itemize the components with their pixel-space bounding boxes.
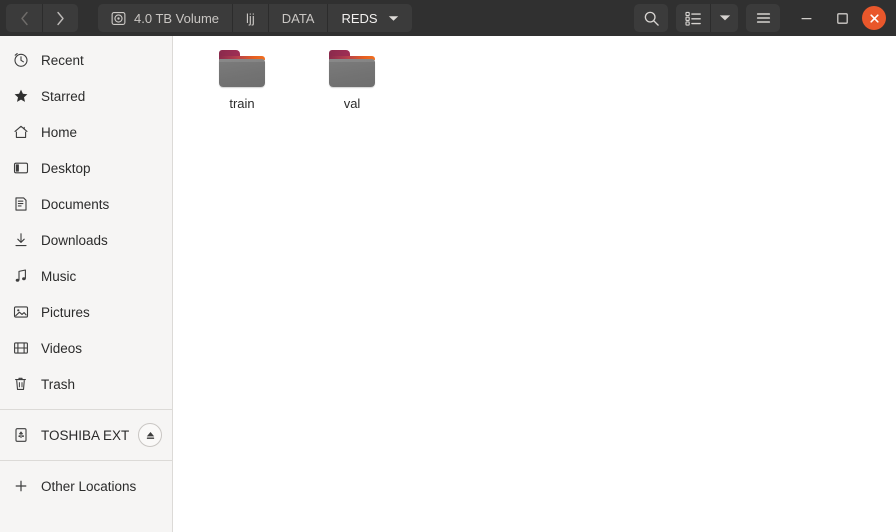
sidebar-divider — [0, 409, 172, 410]
folder-sheen — [219, 59, 265, 62]
menu-button-group — [746, 4, 780, 32]
sidebar-item-label: Videos — [41, 340, 83, 356]
view-list-button[interactable] — [676, 4, 710, 32]
main-menu-button[interactable] — [746, 4, 780, 32]
hamburger-menu-icon — [756, 13, 770, 23]
sidebar-item-recent[interactable]: Recent — [0, 42, 172, 78]
view-button-group — [676, 4, 738, 32]
maximize-button[interactable] — [824, 3, 860, 33]
window-body: Recent Starred Home Desktop Documents Do… — [0, 36, 896, 532]
path-segment-volume[interactable]: 4.0 TB Volume — [98, 4, 233, 32]
drive-harddisk-icon — [111, 11, 126, 26]
sidebar-item-label: TOSHIBA EXT — [41, 427, 130, 443]
sidebar-item-label: Other Locations — [41, 478, 137, 494]
sidebar-item-home[interactable]: Home — [0, 114, 172, 150]
sidebar-divider — [0, 460, 172, 461]
star-icon — [12, 87, 30, 105]
maximize-icon — [836, 12, 848, 24]
document-icon — [12, 195, 30, 213]
image-icon — [12, 303, 30, 321]
sidebar-item-label: Recent — [41, 52, 84, 68]
sidebar-item-pictures[interactable]: Pictures — [0, 294, 172, 330]
folder-sheen — [329, 59, 375, 62]
folder-body — [219, 59, 265, 87]
sidebar-item-label: Pictures — [41, 304, 90, 320]
folder-icon — [328, 48, 376, 90]
search-button-group — [634, 4, 668, 32]
folder-body — [329, 59, 375, 87]
sidebar-item-downloads[interactable]: Downloads — [0, 222, 172, 258]
minimize-button[interactable] — [788, 3, 824, 33]
file-view[interactable]: train val — [173, 36, 896, 532]
file-item-label: val — [343, 96, 361, 111]
path-segment-label: 4.0 TB Volume — [134, 10, 220, 26]
eject-icon — [146, 431, 154, 439]
download-icon — [12, 231, 30, 249]
clock-icon — [12, 51, 30, 69]
path-segment-ljj[interactable]: ljj — [232, 4, 268, 32]
plus-icon — [12, 477, 30, 495]
home-icon — [12, 123, 30, 141]
sidebar-item-label: Desktop — [41, 160, 91, 176]
path-bar: 4.0 TB Volume ljj DATA REDS — [98, 4, 412, 32]
icon-grid: train val — [173, 36, 896, 115]
back-button[interactable] — [6, 4, 42, 32]
sidebar-item-label: Home — [41, 124, 78, 140]
sidebar-item-other-locations[interactable]: Other Locations — [0, 468, 172, 504]
sidebar-item-videos[interactable]: Videos — [0, 330, 172, 366]
path-segment-label: ljj — [246, 10, 255, 26]
sidebar-item-trash[interactable]: Trash — [0, 366, 172, 402]
eject-button[interactable] — [138, 423, 162, 447]
sidebar-item-label: Documents — [41, 196, 110, 212]
path-segment-label: REDS — [341, 10, 378, 26]
folder-icon — [218, 48, 266, 90]
sidebar-item-label: Downloads — [41, 232, 108, 248]
file-item-label: train — [229, 96, 255, 111]
sidebar-item-label: Starred — [41, 88, 86, 104]
sidebar-item-label: Music — [41, 268, 77, 284]
music-note-icon — [12, 267, 30, 285]
chevron-down-icon[interactable] — [388, 15, 399, 22]
file-manager-window: 4.0 TB Volume ljj DATA REDS Recent Starr… — [0, 0, 896, 532]
sidebar-item-documents[interactable]: Documents — [0, 186, 172, 222]
film-icon — [12, 339, 30, 357]
navigation-button-group — [6, 4, 78, 32]
view-list-icon — [684, 11, 701, 26]
search-button[interactable] — [634, 4, 668, 32]
forward-button[interactable] — [42, 4, 78, 32]
desktop-icon — [12, 159, 30, 177]
path-segment-reds[interactable]: REDS — [327, 4, 412, 32]
view-options-button[interactable] — [710, 4, 738, 32]
minimize-icon — [801, 17, 811, 19]
sidebar-item-toshiba-ext[interactable]: TOSHIBA EXT — [0, 417, 172, 453]
sidebar-item-label: Trash — [41, 376, 76, 392]
close-button[interactable] — [862, 6, 886, 30]
chevron-left-icon — [20, 11, 28, 25]
sidebar-item-desktop[interactable]: Desktop — [0, 150, 172, 186]
file-item-train[interactable]: train — [187, 42, 297, 115]
sidebar-item-music[interactable]: Music — [0, 258, 172, 294]
usb-drive-icon — [12, 426, 30, 444]
chevron-down-icon — [719, 15, 730, 21]
header-left: 4.0 TB Volume ljj DATA REDS — [4, 4, 412, 32]
trash-icon — [12, 375, 30, 393]
sidebar: Recent Starred Home Desktop Documents Do… — [0, 36, 173, 532]
header-right — [634, 3, 892, 33]
header-bar: 4.0 TB Volume ljj DATA REDS — [0, 0, 896, 36]
sidebar-item-starred[interactable]: Starred — [0, 78, 172, 114]
path-segment-data[interactable]: DATA — [267, 4, 328, 32]
chevron-right-icon — [57, 11, 64, 25]
search-icon — [644, 11, 659, 26]
file-item-val[interactable]: val — [297, 42, 407, 115]
close-icon — [869, 13, 879, 23]
path-segment-label: DATA — [281, 10, 315, 26]
